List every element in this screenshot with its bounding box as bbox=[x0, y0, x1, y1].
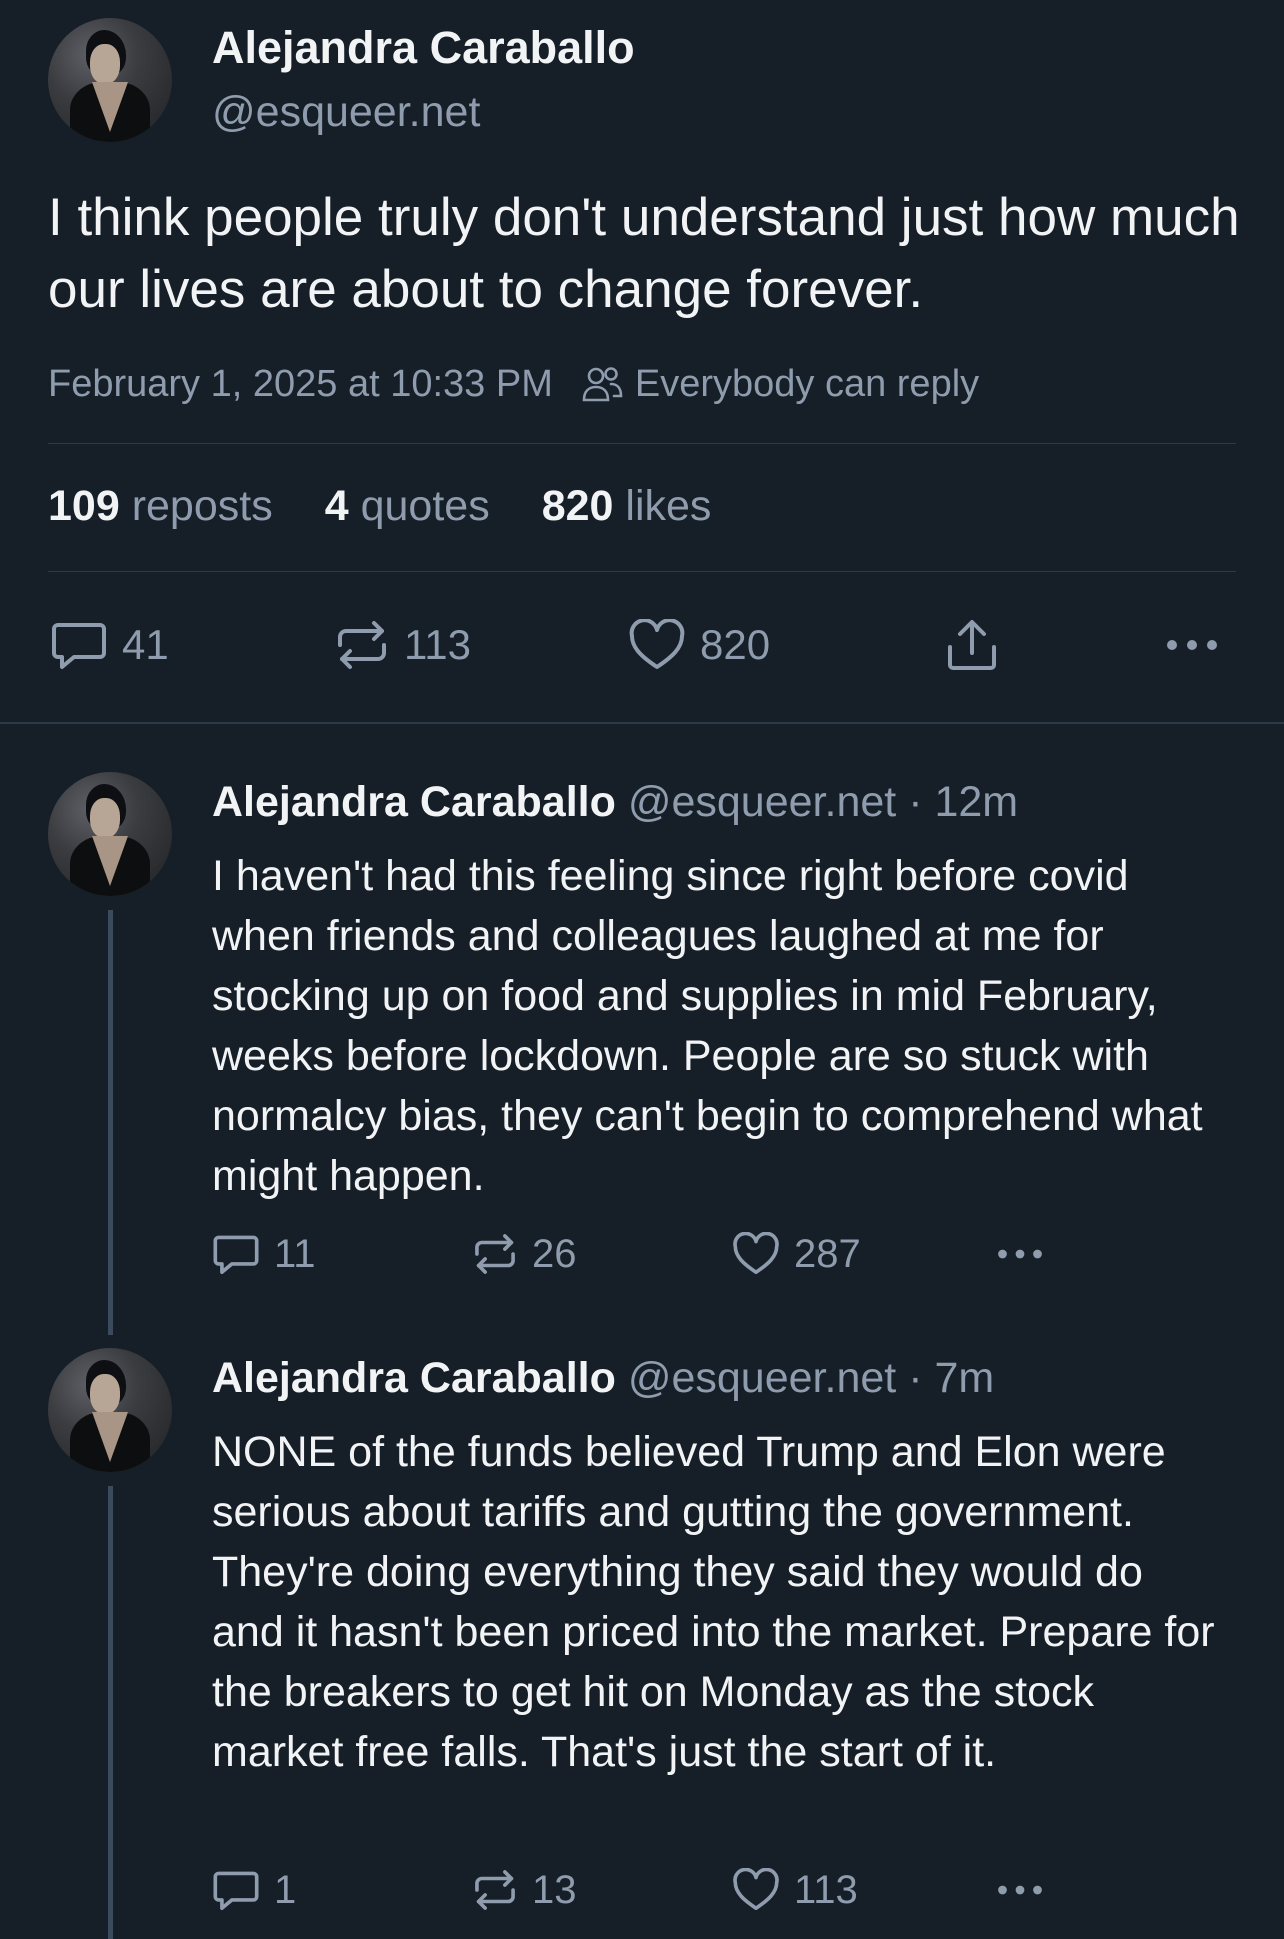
reply-text: NONE of the funds believed Trump and Elo… bbox=[212, 1428, 1215, 1776]
speech-bubble-icon bbox=[50, 619, 108, 671]
reposts-stat[interactable]: 109 reposts bbox=[48, 482, 273, 531]
likes-count: 820 bbox=[541, 482, 614, 530]
more-dots-icon bbox=[994, 1883, 1046, 1897]
separator-dot: · bbox=[908, 778, 923, 826]
post-actions: 41 113 820 bbox=[48, 614, 1236, 676]
author-name[interactable]: Alejandra Caraballo bbox=[212, 22, 635, 74]
reply-count: 1 bbox=[274, 1867, 297, 1912]
more-button[interactable] bbox=[994, 1226, 1060, 1282]
reply-header: Alejandra Caraballo @esqueer.net · 7m bbox=[212, 1354, 994, 1403]
separator-dot: · bbox=[908, 1354, 923, 1402]
likes-label: likes bbox=[625, 482, 712, 530]
repost-arrows-icon bbox=[334, 619, 390, 671]
heart-icon bbox=[732, 1232, 780, 1276]
speech-bubble-icon bbox=[212, 1232, 260, 1276]
reply-actions: 1 13 113 bbox=[212, 1862, 1062, 1918]
avatar[interactable] bbox=[48, 18, 172, 142]
author-handle[interactable]: @esqueer.net bbox=[628, 778, 896, 826]
post-timestamp: February 1, 2025 at 10:33 PM bbox=[48, 362, 553, 405]
post-text: I think people truly don't understand ju… bbox=[48, 188, 1240, 319]
author-handle[interactable]: @esqueer.net bbox=[212, 88, 480, 137]
reply-actions: 11 26 287 bbox=[212, 1226, 1062, 1282]
thread-line bbox=[108, 1486, 113, 1939]
heart-icon bbox=[628, 619, 686, 671]
more-button[interactable] bbox=[994, 1862, 1060, 1918]
repost-button[interactable]: 113 bbox=[334, 614, 471, 676]
author-handle[interactable]: @esqueer.net bbox=[628, 1354, 896, 1402]
heart-icon bbox=[732, 1868, 780, 1912]
divider bbox=[48, 443, 1236, 444]
reply-time[interactable]: 12m bbox=[934, 778, 1018, 826]
share-upload-icon bbox=[944, 617, 1000, 673]
repost-count: 26 bbox=[532, 1231, 577, 1276]
thread-line bbox=[108, 910, 113, 1335]
more-button[interactable] bbox=[1164, 614, 1234, 676]
avatar[interactable] bbox=[48, 1348, 172, 1472]
reply-text: I haven't had this feeling since right b… bbox=[212, 852, 1203, 1200]
like-count: 820 bbox=[700, 621, 771, 668]
quotes-label: quotes bbox=[360, 482, 490, 530]
more-dots-icon bbox=[994, 1247, 1046, 1261]
divider bbox=[48, 571, 1236, 572]
likes-stat[interactable]: 820 likes bbox=[542, 482, 712, 531]
repost-arrows-icon bbox=[472, 1868, 518, 1912]
reply-count: 41 bbox=[122, 621, 169, 668]
reply-button[interactable]: 1 bbox=[212, 1862, 296, 1918]
post-stats: 109 reposts 4 quotes 820 likes bbox=[48, 482, 763, 531]
reply-setting[interactable]: Everybody can reply bbox=[635, 363, 979, 406]
repost-button[interactable]: 26 bbox=[472, 1226, 577, 1282]
repost-count: 13 bbox=[532, 1867, 577, 1912]
repost-button[interactable]: 13 bbox=[472, 1862, 577, 1918]
like-button[interactable]: 113 bbox=[732, 1862, 858, 1918]
reply-button[interactable]: 41 bbox=[50, 614, 169, 676]
quotes-count: 4 bbox=[324, 482, 349, 530]
avatar[interactable] bbox=[48, 772, 172, 896]
speech-bubble-icon bbox=[212, 1868, 260, 1912]
author-name[interactable]: Alejandra Caraballo bbox=[212, 1354, 616, 1402]
main-post: Alejandra Caraballo @esqueer.net I think… bbox=[0, 0, 1284, 722]
quotes-stat[interactable]: 4 quotes bbox=[325, 482, 490, 531]
like-count: 113 bbox=[794, 1867, 858, 1912]
reply-header: Alejandra Caraballo @esqueer.net · 12m bbox=[212, 778, 1018, 827]
like-button[interactable]: 287 bbox=[732, 1226, 861, 1282]
share-button[interactable] bbox=[944, 614, 1014, 676]
reply-time[interactable]: 7m bbox=[934, 1354, 994, 1402]
post-meta: February 1, 2025 at 10:33 PM Everybody c… bbox=[48, 360, 979, 408]
reposts-count: 109 bbox=[48, 482, 120, 530]
reply-button[interactable]: 11 bbox=[212, 1226, 316, 1282]
reply-count: 11 bbox=[274, 1231, 316, 1276]
reposts-label: reposts bbox=[131, 482, 273, 530]
like-count: 287 bbox=[794, 1231, 861, 1276]
author-name[interactable]: Alejandra Caraballo bbox=[212, 778, 616, 826]
like-button[interactable]: 820 bbox=[628, 614, 770, 676]
section-divider bbox=[0, 722, 1284, 724]
repost-arrows-icon bbox=[472, 1232, 518, 1276]
people-icon bbox=[581, 365, 623, 403]
more-dots-icon bbox=[1164, 637, 1220, 653]
repost-count: 113 bbox=[404, 621, 471, 668]
